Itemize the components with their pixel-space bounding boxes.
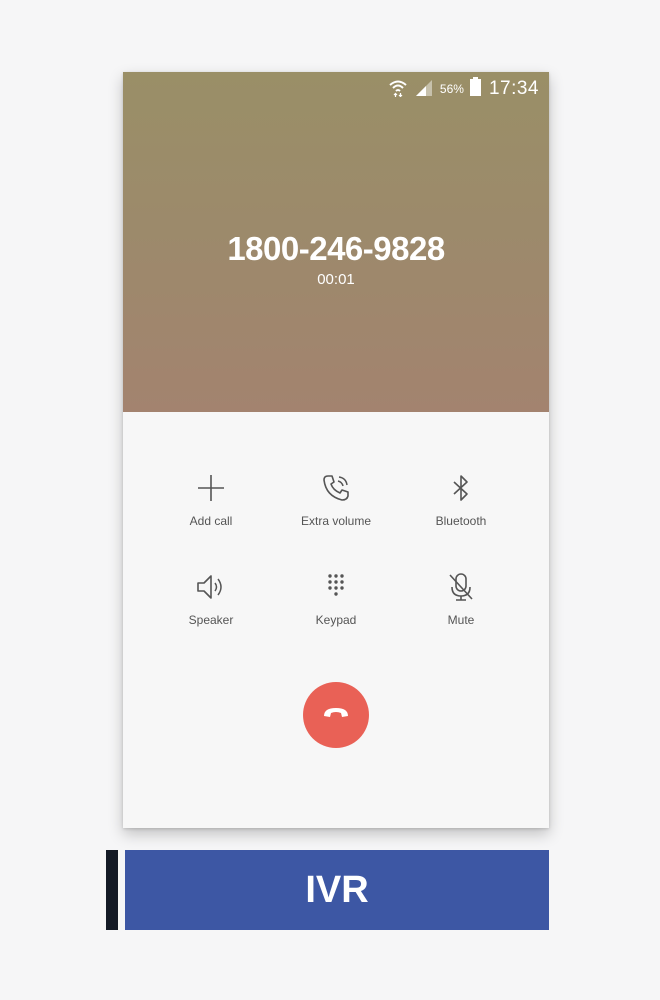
ivr-label: IVR — [305, 868, 369, 911]
keypad-icon — [276, 570, 396, 604]
phone-volume-icon — [276, 471, 396, 505]
end-call-button[interactable] — [303, 682, 369, 748]
call-duration: 00:01 — [317, 271, 355, 288]
add-call-label: Add call — [189, 514, 233, 528]
phone-number: 1800-246-9828 — [227, 230, 445, 267]
mute-label: Mute — [447, 613, 475, 627]
add-call-button[interactable]: Add call — [151, 471, 271, 528]
keypad-label: Keypad — [315, 613, 357, 627]
phone-screen: 56% 17:34 1800-246-9828 00:01 Add call E… — [123, 72, 549, 828]
ivr-marker — [106, 850, 118, 930]
speaker-button[interactable]: Speaker — [151, 570, 271, 627]
clock: 17:34 — [488, 78, 539, 99]
bluetooth-label: Bluetooth — [435, 514, 487, 528]
battery-percent: 56% — [439, 82, 464, 96]
extra-volume-label: Extra volume — [300, 514, 372, 528]
mute-button[interactable]: Mute — [401, 570, 521, 627]
bluetooth-icon — [401, 471, 521, 505]
battery-icon — [469, 77, 481, 101]
bluetooth-button[interactable]: Bluetooth — [401, 471, 521, 528]
extra-volume-button[interactable]: Extra volume — [276, 471, 396, 528]
wifi-icon — [388, 77, 408, 102]
hang-up-icon — [322, 706, 350, 725]
speaker-label: Speaker — [188, 613, 234, 627]
signal-icon — [414, 78, 434, 101]
speaker-icon — [151, 570, 271, 604]
call-header: 56% 17:34 1800-246-9828 00:01 — [123, 72, 549, 412]
mic-off-icon — [401, 570, 521, 604]
ivr-banner: IVR — [125, 850, 549, 930]
plus-icon — [151, 471, 271, 505]
keypad-button[interactable]: Keypad — [276, 570, 396, 627]
status-bar: 56% 17:34 — [388, 77, 539, 102]
